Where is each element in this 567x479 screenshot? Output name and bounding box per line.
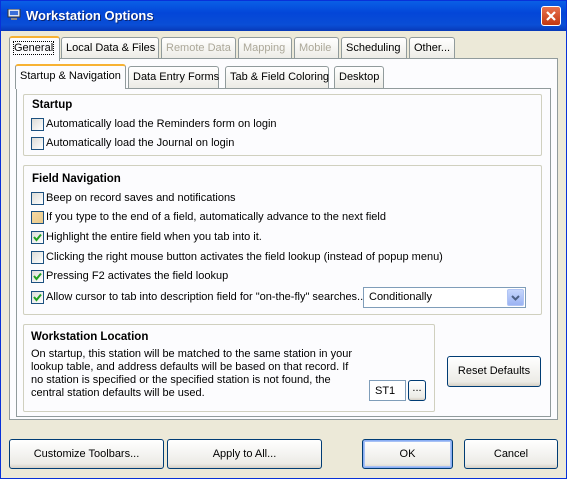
subtab-startup-navigation[interactable]: Startup & Navigation (15, 64, 126, 89)
checkbox[interactable] (31, 291, 44, 304)
chevron-down-icon (511, 295, 520, 301)
browse-label: ... (412, 382, 422, 394)
checkbox[interactable] (31, 118, 44, 131)
tab-other[interactable]: Other... (409, 37, 455, 59)
station-browse-button[interactable]: ... (408, 380, 426, 401)
option-label: Automatically load the Journal on login (46, 137, 235, 149)
checkbox[interactable] (31, 251, 44, 264)
checkmark-icon (33, 293, 42, 302)
subtab-data-entry-forms[interactable]: Data Entry Forms (128, 66, 219, 88)
reset-defaults-label: Reset Defaults (457, 365, 531, 377)
checkbox[interactable] (31, 192, 44, 205)
window-title: Workstation Options (26, 8, 154, 23)
tab-mobile: Mobile (294, 37, 339, 59)
dropdown-button[interactable] (507, 289, 524, 306)
subtab-startup-navigation-label: Startup & Navigation (20, 70, 121, 82)
tab-mapping: Mapping (238, 37, 292, 59)
reset-defaults-button[interactable]: Reset Defaults (447, 356, 541, 387)
tab-scheduling-label: Scheduling (346, 42, 401, 54)
apply-to-all-button[interactable]: Apply to All... (167, 439, 322, 469)
station-input[interactable]: ST1 (369, 380, 406, 401)
close-button[interactable] (541, 6, 561, 26)
option-label: Pressing F2 activates the field lookup (46, 270, 229, 282)
startup-group-title: Startup (32, 99, 73, 111)
subtab-tab-field-coloring[interactable]: Tab & Field Coloring (225, 66, 329, 88)
workstation-options-window: Workstation Options General Local Data &… (0, 0, 567, 479)
field-navigation-group-title: Field Navigation (32, 173, 121, 185)
on-the-fly-search-dropdown[interactable]: Conditionally (363, 287, 526, 308)
apply-to-all-label: Apply to All... (212, 448, 277, 460)
station-value: ST1 (375, 385, 396, 397)
checkbox[interactable] (31, 137, 44, 150)
tab-local-data-files-label: Local Data & Files (66, 42, 156, 54)
title-bar[interactable]: Workstation Options (1, 1, 566, 31)
cancel-label: Cancel (493, 448, 529, 460)
subtab-desktop[interactable]: Desktop (334, 66, 384, 88)
tab-mobile-label: Mobile (299, 42, 332, 54)
ok-button[interactable]: OK (362, 439, 453, 469)
dropdown-value: Conditionally (369, 291, 432, 303)
tab-scheduling[interactable]: Scheduling (341, 37, 407, 59)
tab-mapping-label: Mapping (243, 42, 286, 54)
tab-remote-data: Remote Data (161, 37, 236, 59)
workstation-location-description: On startup, this station will be matched… (31, 348, 352, 399)
option-label: Automatically load the Reminders form on… (46, 118, 277, 130)
option-label: Beep on record saves and notifications (46, 192, 236, 204)
cancel-button[interactable]: Cancel (464, 439, 558, 469)
checkmark-icon (33, 233, 42, 242)
tab-general[interactable]: General (9, 36, 60, 61)
tab-remote-data-label: Remote Data (166, 42, 231, 54)
subtab-desktop-label: Desktop (339, 71, 380, 83)
tab-local-data-files[interactable]: Local Data & Files (61, 37, 159, 59)
option-label: Highlight the entire field when you tab … (46, 231, 262, 243)
customize-toolbars-label: Customize Toolbars... (33, 448, 140, 460)
option-label: Clicking the right mouse button activate… (46, 251, 443, 263)
computer-icon (7, 9, 21, 20)
close-icon (546, 11, 556, 21)
customize-toolbars-button[interactable]: Customize Toolbars... (9, 439, 164, 469)
subtab-data-entry-forms-label: Data Entry Forms (133, 71, 220, 83)
checkbox[interactable] (31, 270, 44, 283)
workstation-location-title: Workstation Location (31, 331, 149, 343)
ok-label: OK (399, 448, 416, 460)
option-label: Allow cursor to tab into description fie… (46, 291, 367, 303)
tab-other-label: Other... (414, 42, 451, 54)
option-label: If you type to the end of a field, autom… (46, 211, 386, 223)
subtab-tab-field-coloring-label: Tab & Field Coloring (230, 71, 330, 83)
checkmark-icon (33, 272, 42, 281)
tab-general-label: General (12, 41, 55, 55)
checkbox[interactable] (31, 231, 44, 244)
checkbox[interactable] (31, 211, 44, 224)
